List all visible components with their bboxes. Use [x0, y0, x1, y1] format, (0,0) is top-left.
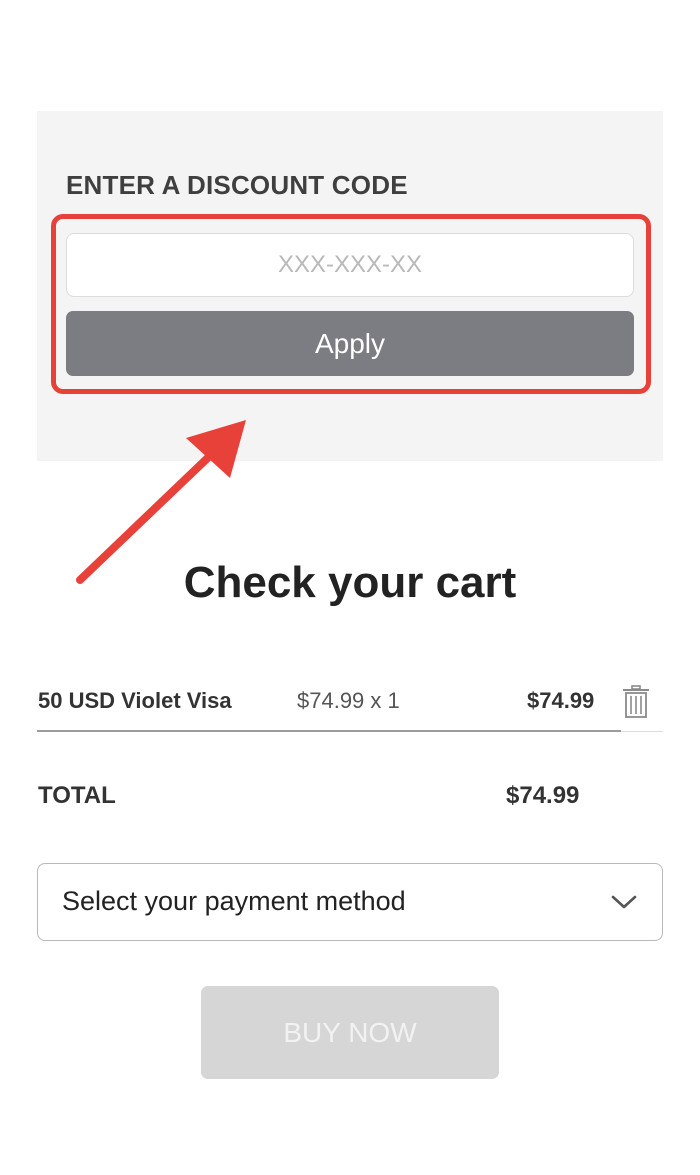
cart-item-divider [37, 730, 621, 732]
highlight-frame [51, 214, 651, 394]
discount-title: ENTER A DISCOUNT CODE [66, 170, 408, 200]
corner-fade [520, 1060, 700, 1110]
total-value: $74.99 [506, 782, 580, 809]
cart-item-divider-tail [621, 731, 663, 732]
total-label: TOTAL [38, 782, 116, 809]
trash-icon[interactable] [621, 685, 651, 719]
payment-method-label: Select your payment method [62, 886, 406, 916]
payment-method-select[interactable]: Select your payment method [37, 863, 663, 941]
cart-title: Check your cart [183, 558, 517, 607]
chevron-down-icon [611, 895, 637, 909]
cart-item-line-total: $74.99 [527, 688, 595, 713]
buy-now-button[interactable]: BUY NOW [201, 986, 499, 1079]
cart-item-unit-price: $74.99 x 1 [297, 688, 400, 713]
cart-item-name: 50 USD Violet Visa [38, 688, 232, 713]
